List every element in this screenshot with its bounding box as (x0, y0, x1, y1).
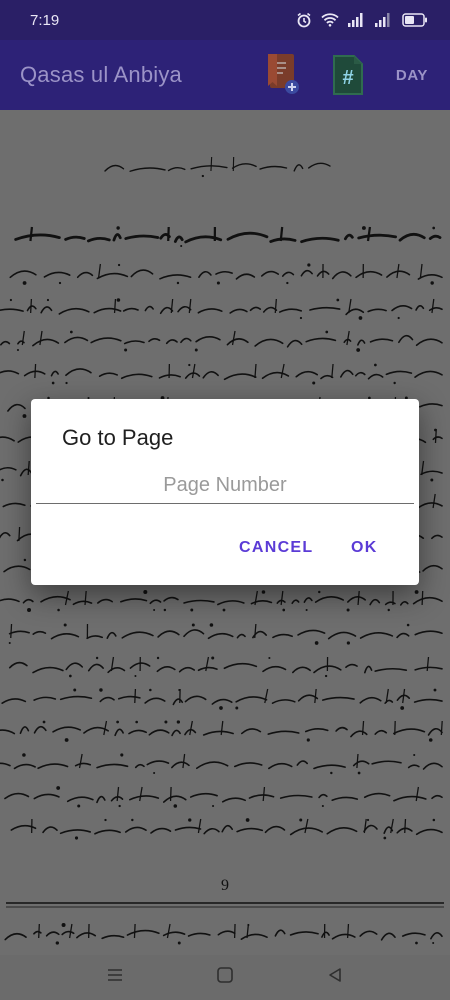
page-number-input[interactable] (36, 467, 414, 504)
home-icon[interactable] (216, 966, 234, 989)
go-to-page-dialog: Go to Page CANCEL OK (31, 399, 419, 585)
signal-icon-2 (375, 13, 393, 27)
system-nav-bar (0, 955, 450, 1000)
status-time: 7:19 (30, 11, 60, 29)
signal-icon (348, 13, 366, 27)
ok-button[interactable]: OK (345, 535, 384, 561)
wifi-icon (321, 13, 339, 27)
status-bar: 7:19 (0, 0, 450, 40)
back-icon[interactable] (326, 966, 344, 989)
alarm-icon (296, 12, 312, 28)
cancel-button[interactable]: CANCEL (233, 535, 319, 561)
battery-icon (402, 13, 428, 27)
menu-icon[interactable] (106, 967, 124, 988)
dialog-title: Go to Page (62, 425, 174, 450)
status-icons (296, 12, 428, 28)
